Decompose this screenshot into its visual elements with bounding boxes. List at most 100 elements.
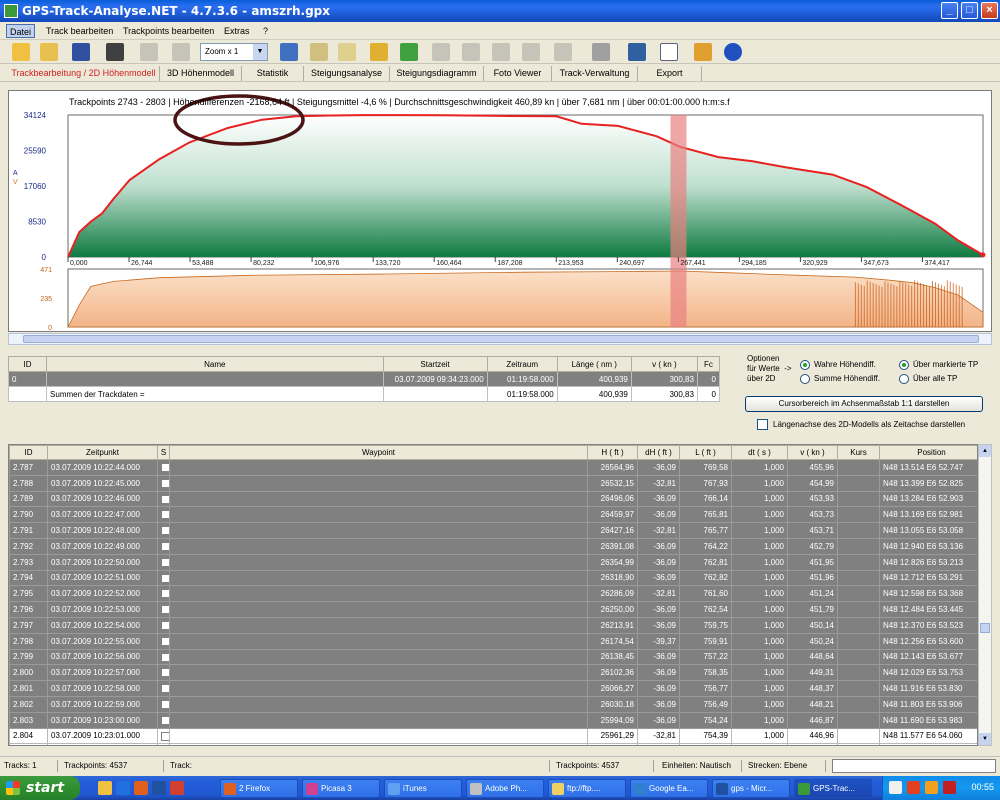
row-checkbox[interactable] bbox=[161, 526, 169, 536]
task-adobe[interactable]: Adobe Ph... bbox=[466, 779, 544, 798]
radio-summe-hoehendiff[interactable] bbox=[800, 374, 810, 384]
col-header[interactable]: dt ( s ) bbox=[731, 445, 788, 460]
maximize-button[interactable]: □ bbox=[961, 2, 978, 19]
help-tray-icon[interactable] bbox=[889, 781, 902, 794]
table-row[interactable]: 2.790 03.07.2009 10:22:47.000 26459,97 -36,… bbox=[9, 506, 977, 524]
task-gps-track[interactable]: GPS-Trac... bbox=[794, 779, 872, 798]
row-checkbox[interactable] bbox=[161, 621, 169, 631]
table-row[interactable]: 2.795 03.07.2009 10:22:52.000 26286,09 -32,… bbox=[9, 585, 977, 603]
swap-icon[interactable] bbox=[400, 43, 418, 61]
show-desktop-icon[interactable] bbox=[98, 781, 112, 795]
row-checkbox[interactable] bbox=[161, 684, 169, 694]
menu-datei[interactable]: Datei bbox=[6, 24, 36, 38]
gps-device-icon[interactable] bbox=[106, 43, 124, 61]
table-row[interactable]: 2.793 03.07.2009 10:22:50.000 26354,99 -36,… bbox=[9, 553, 977, 571]
table-row[interactable]: 2.804 03.07.2009 10:23:01.000 25961,29 -32,… bbox=[9, 727, 977, 745]
row-checkbox[interactable] bbox=[161, 731, 169, 741]
table-row[interactable]: 2.796 03.07.2009 10:22:53.000 26250,00 -36,… bbox=[9, 601, 977, 618]
start-button[interactable]: start bbox=[0, 776, 80, 800]
tab-track-verwaltung[interactable]: Track-Verwaltung bbox=[552, 66, 638, 81]
col-header[interactable]: dH ( ft ) bbox=[637, 445, 680, 460]
menu-extras[interactable]: Extras bbox=[221, 24, 253, 38]
table-row[interactable]: 2.797 03.07.2009 10:22:54.000 26213,91 -36,… bbox=[9, 616, 977, 634]
table-row[interactable]: 2.803 03.07.2009 10:23:00.000 25994,09 -36,… bbox=[9, 711, 977, 729]
col-header[interactable]: Position bbox=[879, 445, 977, 460]
row-checkbox[interactable] bbox=[161, 715, 169, 725]
col-startzeit[interactable]: Startzeit bbox=[382, 356, 488, 372]
table-row[interactable]: 2.789 03.07.2009 10:22:46.000 26496,06 -36,… bbox=[9, 490, 977, 508]
row-checkbox[interactable] bbox=[161, 542, 169, 552]
tab-2d-hoehenmodell[interactable]: Trackbearbeitung / 2D Höhenmodell bbox=[8, 66, 160, 81]
edit-list-icon[interactable] bbox=[310, 43, 328, 61]
table-row[interactable]: 2.798 03.07.2009 10:22:55.000 26174,54 -39,… bbox=[9, 632, 977, 650]
col-header[interactable]: v ( kn ) bbox=[787, 445, 838, 460]
row-checkbox[interactable] bbox=[161, 478, 169, 488]
scroll-down-icon[interactable]: ▼ bbox=[979, 733, 991, 745]
table-row[interactable]: 2.788 03.07.2009 10:22:45.000 26532,15 -32,… bbox=[9, 474, 977, 492]
task-picasa[interactable]: Picasa 3 bbox=[302, 779, 380, 798]
row-checkbox[interactable] bbox=[161, 605, 169, 615]
table-row[interactable]: 2.794 03.07.2009 10:22:51.000 26318,90 -36,… bbox=[9, 569, 977, 587]
menu-trackpoints-bearbeiten[interactable]: Trackpoints bearbeiten bbox=[120, 24, 217, 38]
row-checkbox[interactable] bbox=[161, 494, 169, 504]
col-fc[interactable]: Fc bbox=[696, 356, 721, 372]
table-row[interactable]: 2.800 03.07.2009 10:22:57.000 26102,36 -36,… bbox=[9, 664, 977, 682]
refresh-icon[interactable] bbox=[172, 43, 190, 61]
table-row[interactable]: 2.791 03.07.2009 10:22:48.000 26427,16 -32,… bbox=[9, 522, 977, 539]
task-word[interactable]: gps - Micr... bbox=[712, 779, 790, 798]
row-checkbox[interactable] bbox=[161, 700, 169, 710]
row-checkbox[interactable] bbox=[161, 636, 169, 646]
help-icon[interactable] bbox=[724, 43, 742, 61]
open-folder-icon[interactable] bbox=[12, 43, 30, 61]
tab-steigungsanalyse[interactable]: Steigungsanalyse bbox=[304, 66, 390, 81]
tab-steigungsdiagramm[interactable]: Steigungsdiagramm bbox=[390, 66, 484, 81]
table-row[interactable]: 2.799 03.07.2009 10:22:56.000 26138,45 -36,… bbox=[9, 648, 977, 666]
col-laenge[interactable]: Länge ( nm ) bbox=[556, 356, 632, 372]
radio-alle-tp[interactable] bbox=[899, 374, 909, 384]
row-checkbox[interactable] bbox=[161, 668, 169, 678]
app-quicklaunch-icon[interactable] bbox=[170, 781, 184, 795]
table-row[interactable]: 2.787 03.07.2009 10:22:44.000 26564,96 -36,… bbox=[9, 459, 977, 476]
chart-scrollbar[interactable] bbox=[8, 333, 992, 345]
radio-wahre-hoehendiff[interactable] bbox=[800, 360, 810, 370]
funnel-icon[interactable] bbox=[554, 43, 572, 61]
delete-icon[interactable] bbox=[140, 43, 158, 61]
tray-alert-icon[interactable] bbox=[925, 781, 938, 794]
tab-export[interactable]: Export bbox=[638, 66, 702, 81]
row-checkbox[interactable] bbox=[161, 573, 169, 583]
col-header[interactable]: H ( ft ) bbox=[587, 445, 638, 460]
save-icon[interactable] bbox=[72, 43, 90, 61]
export-icon[interactable] bbox=[628, 43, 646, 61]
task-firefox[interactable]: 2 Firefox bbox=[220, 779, 298, 798]
col-header[interactable]: ID bbox=[9, 445, 48, 460]
upload-icon[interactable] bbox=[522, 43, 540, 61]
table-row[interactable]: 2.792 03.07.2009 10:22:49.000 26391,08 -36,… bbox=[9, 537, 977, 555]
copy-icon[interactable] bbox=[338, 43, 356, 61]
draw-icon[interactable] bbox=[370, 43, 388, 61]
task-google-earth[interactable]: Google Ea... bbox=[630, 779, 708, 798]
minimize-button[interactable]: _ bbox=[941, 2, 958, 19]
table-row[interactable]: 0 03.07.2009 09:34:23.000 01:19:58.000 4… bbox=[7, 371, 721, 387]
radio-markierte-tp[interactable] bbox=[899, 360, 909, 370]
row-checkbox[interactable] bbox=[161, 463, 169, 473]
col-header[interactable]: Zeitpunkt bbox=[47, 445, 158, 460]
word-icon[interactable] bbox=[152, 781, 166, 795]
trackpoints-scrollbar[interactable]: ▲ ▼ bbox=[978, 444, 992, 746]
split-icon[interactable] bbox=[462, 43, 480, 61]
chart-icon[interactable] bbox=[660, 43, 678, 61]
scroll-up-icon[interactable]: ▲ bbox=[979, 445, 991, 457]
print-icon[interactable] bbox=[592, 43, 610, 61]
edit-icon[interactable] bbox=[280, 43, 298, 61]
table-row[interactable]: 2.80503.07.2009 10:23:02.000 25928,48-32,… bbox=[9, 743, 977, 745]
row-checkbox[interactable] bbox=[161, 652, 169, 662]
col-name[interactable]: Name bbox=[46, 356, 384, 372]
col-id[interactable]: ID bbox=[7, 356, 48, 372]
menu-help[interactable]: ? bbox=[260, 24, 271, 38]
open-file-icon[interactable] bbox=[40, 43, 58, 61]
tray-app-icon[interactable] bbox=[907, 781, 920, 794]
time-axis-checkbox[interactable] bbox=[757, 419, 768, 430]
row-checkbox[interactable] bbox=[161, 589, 169, 599]
col-header[interactable]: S bbox=[157, 445, 170, 460]
zoom-select[interactable]: Zoom x 1 ▼ bbox=[200, 43, 268, 61]
col-zeitraum[interactable]: Zeitraum bbox=[486, 356, 558, 372]
